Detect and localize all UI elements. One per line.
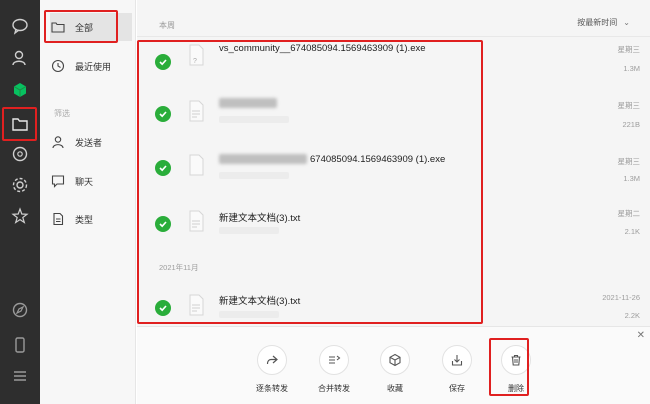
chat-icon [50,173,66,189]
file-category-panel: 全部 最近使用 筛选 发送者 聊天 类型 [40,0,136,404]
nav-item-label: 类型 [75,214,94,225]
file-size: 2.1K [624,227,640,236]
contacts-icon[interactable] [8,46,32,70]
file-size: 1.3M [623,64,640,73]
menu-icon[interactable] [8,364,32,388]
file-size: 2.2K [624,311,640,320]
compass-icon[interactable] [8,298,32,322]
mini-program-icon[interactable] [8,204,32,228]
chat-bubble-icon[interactable] [8,14,32,38]
favorites-cube-icon[interactable] [8,78,32,102]
filter-section-label: 筛选 [54,109,70,118]
clock-icon [50,58,66,74]
bulk-action-bar: ✕ 逐条转发 合并转发 收藏 保存 删除 [137,326,650,404]
nav-item-label: 发送者 [75,137,103,148]
favorite-cube-icon [380,345,410,375]
settings-gear-icon[interactable] [8,173,32,197]
delete-button-highlight [489,338,529,396]
sort-label: 按最新时间 [577,18,618,27]
save-icon [442,345,472,375]
action-label: 收藏 [387,384,403,393]
file-date: 星期二 [617,209,641,218]
file-selection-highlight [137,40,483,324]
divider [137,36,650,37]
nav-item-label: 聊天 [75,176,94,187]
left-rail [0,0,40,404]
nav-item-label: 最近使用 [75,61,112,72]
person-icon [50,134,66,150]
file-date: 星期三 [617,157,641,166]
nav-filter-chat[interactable]: 聊天 [50,167,132,195]
save-button[interactable]: 保存 [432,345,482,394]
file-size: 221B [622,120,640,129]
phone-icon[interactable] [8,333,32,357]
nav-filter-type[interactable]: 类型 [50,205,132,233]
chevron-down-icon: ⌄ [623,18,630,27]
file-date: 星期三 [617,45,641,54]
moments-icon[interactable] [8,142,32,166]
sort-dropdown[interactable]: 按最新时间 ⌄ [577,17,630,28]
action-label: 保存 [449,384,465,393]
file-size: 1.3M [623,174,640,183]
nav-filter-sender[interactable]: 发送者 [50,128,132,156]
forward-one-by-one-button[interactable]: 逐条转发 [247,345,297,394]
file-date: 星期三 [617,101,641,110]
close-icon[interactable]: ✕ [637,330,645,341]
nav-item-recent[interactable]: 最近使用 [50,52,132,80]
action-label: 合并转发 [318,384,350,393]
action-label: 逐条转发 [256,384,288,393]
nav-all-highlight [44,10,118,43]
file-date: 2021-11-26 [602,293,640,302]
merge-forward-button[interactable]: 合并转发 [309,345,359,394]
favorite-button[interactable]: 收藏 [370,345,420,394]
merge-forward-icon [319,345,349,375]
rail-folder-highlight [2,107,37,141]
document-icon [50,211,66,227]
group-header-this-week: 本周 [159,21,175,30]
forward-icon [257,345,287,375]
